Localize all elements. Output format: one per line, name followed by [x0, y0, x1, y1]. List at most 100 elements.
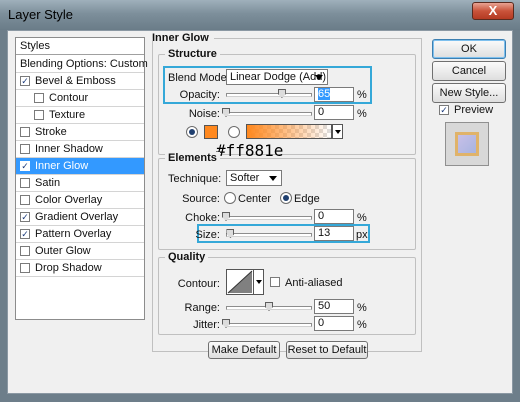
- close-icon: X: [488, 3, 498, 18]
- technique-select[interactable]: Softer: [226, 170, 282, 186]
- style-item-label: Bevel & Emboss: [35, 75, 116, 87]
- window-title: Layer Style: [8, 7, 74, 22]
- style-item-checkbox[interactable]: ✓: [20, 212, 30, 222]
- choke-slider[interactable]: [226, 216, 312, 220]
- jitter-label: Jitter:: [193, 319, 220, 331]
- title-bar: Layer Style X: [0, 0, 520, 30]
- style-item-checkbox[interactable]: ✓: [20, 161, 30, 171]
- style-item-label: Inner Glow: [35, 160, 89, 172]
- ok-button[interactable]: OK: [432, 39, 506, 59]
- opacity-unit: %: [357, 89, 367, 101]
- size-input[interactable]: 13: [314, 226, 354, 241]
- check-icon: ✓: [440, 105, 448, 115]
- style-item-checkbox[interactable]: [20, 127, 30, 137]
- choke-value: 0: [318, 210, 325, 222]
- gradient-radio[interactable]: [228, 126, 240, 138]
- range-unit: %: [357, 302, 367, 314]
- anti-aliased-label: Anti-aliased: [285, 277, 343, 289]
- size-label: Size:: [195, 229, 220, 241]
- size-value: 13: [318, 227, 331, 239]
- range-input[interactable]: 50: [314, 299, 354, 314]
- cancel-button[interactable]: Cancel: [432, 61, 506, 81]
- style-item[interactable]: Color Overlay: [16, 192, 144, 209]
- style-item[interactable]: Outer Glow: [16, 243, 144, 260]
- anti-aliased-checkbox[interactable]: [270, 277, 280, 287]
- opacity-input[interactable]: 65: [314, 87, 354, 102]
- technique-label: Technique:: [168, 173, 222, 185]
- style-item[interactable]: Texture: [16, 107, 144, 124]
- opacity-slider[interactable]: [226, 93, 312, 97]
- blend-mode-select[interactable]: Linear Dodge (Add): [226, 69, 328, 85]
- style-item[interactable]: ✓ Inner Glow: [16, 158, 144, 175]
- style-item[interactable]: Contour: [16, 90, 144, 107]
- choke-input[interactable]: 0: [314, 209, 354, 224]
- close-button[interactable]: X: [472, 2, 514, 20]
- style-item-checkbox[interactable]: [20, 178, 30, 188]
- noise-slider[interactable]: [226, 112, 312, 116]
- style-item-checkbox[interactable]: ✓: [20, 76, 30, 86]
- glow-color-swatch[interactable]: [204, 125, 218, 139]
- opacity-value: 65: [318, 88, 331, 100]
- style-preview-thumbnail: [445, 122, 489, 166]
- dialog-body: Styles Blending Options: Custom ✓ Bevel & …: [7, 30, 513, 394]
- style-item-label: Stroke: [35, 126, 67, 138]
- new-style-button[interactable]: New Style...: [432, 83, 506, 103]
- quality-title: Quality: [165, 251, 209, 263]
- blend-mode-label: Blend Mode:: [168, 72, 230, 84]
- color-radio[interactable]: [186, 126, 198, 138]
- source-center-radio[interactable]: [224, 192, 236, 204]
- style-item[interactable]: ✓ Bevel & Emboss: [16, 73, 144, 90]
- style-item[interactable]: Blending Options: Custom: [16, 56, 148, 73]
- style-item[interactable]: ✓ Gradient Overlay: [16, 209, 144, 226]
- style-item[interactable]: Drop Shadow: [16, 260, 144, 277]
- range-label: Range:: [184, 302, 220, 314]
- size-slider[interactable]: [226, 233, 312, 237]
- contour-preview[interactable]: [226, 269, 254, 295]
- chevron-down-icon: [256, 280, 262, 284]
- noise-value: 0: [318, 106, 325, 118]
- make-default-button[interactable]: Make Default: [208, 341, 280, 359]
- style-item-checkbox[interactable]: [34, 93, 44, 103]
- technique-value: Softer: [230, 172, 260, 184]
- contour-dropdown[interactable]: [254, 269, 264, 295]
- contour-curve-icon: [227, 270, 253, 294]
- style-item-checkbox[interactable]: [34, 110, 44, 120]
- style-item-checkbox[interactable]: [20, 246, 30, 256]
- source-edge-label: Edge: [294, 193, 320, 205]
- contour-label: Contour:: [177, 278, 220, 290]
- jitter-input[interactable]: 0: [314, 316, 354, 331]
- style-item-checkbox[interactable]: ✓: [20, 229, 30, 239]
- style-item-checkbox[interactable]: [20, 144, 30, 154]
- noise-unit: %: [357, 108, 367, 120]
- style-item[interactable]: Stroke: [16, 124, 144, 141]
- jitter-value: 0: [318, 317, 325, 329]
- source-edge-radio[interactable]: [280, 192, 292, 204]
- style-item[interactable]: ✓ Pattern Overlay: [16, 226, 144, 243]
- style-item[interactable]: Satin: [16, 175, 144, 192]
- preview-label: Preview: [454, 104, 494, 116]
- gradient-preview[interactable]: [246, 124, 332, 139]
- gradient-dropdown[interactable]: [332, 124, 343, 139]
- preview-checkbox[interactable]: ✓: [439, 105, 449, 115]
- style-item-label: Outer Glow: [35, 245, 91, 257]
- style-item-label: Color Overlay: [35, 194, 103, 206]
- style-item-label: Contour: [49, 92, 89, 104]
- reset-to-default-button[interactable]: Reset to Default: [286, 341, 368, 359]
- style-item-label: Drop Shadow: [35, 262, 102, 274]
- jitter-unit: %: [357, 319, 367, 331]
- structure-title: Structure: [165, 48, 220, 60]
- style-item-label: Pattern Overlay: [35, 228, 112, 240]
- blend-mode-value: Linear Dodge (Add): [230, 71, 327, 83]
- styles-header: Styles: [16, 38, 144, 55]
- style-item-label: Inner Shadow: [35, 143, 103, 155]
- styles-list: Styles Blending Options: Custom ✓ Bevel & …: [15, 37, 148, 320]
- style-item[interactable]: Inner Shadow: [16, 141, 144, 158]
- jitter-slider[interactable]: [226, 323, 312, 327]
- chevron-down-icon: [269, 176, 277, 181]
- style-item-checkbox[interactable]: [20, 263, 30, 273]
- chevron-down-icon: [335, 130, 341, 134]
- choke-label: Choke:: [185, 212, 220, 224]
- size-unit: px: [356, 229, 368, 241]
- noise-input[interactable]: 0: [314, 105, 354, 120]
- style-item-checkbox[interactable]: [20, 195, 30, 205]
